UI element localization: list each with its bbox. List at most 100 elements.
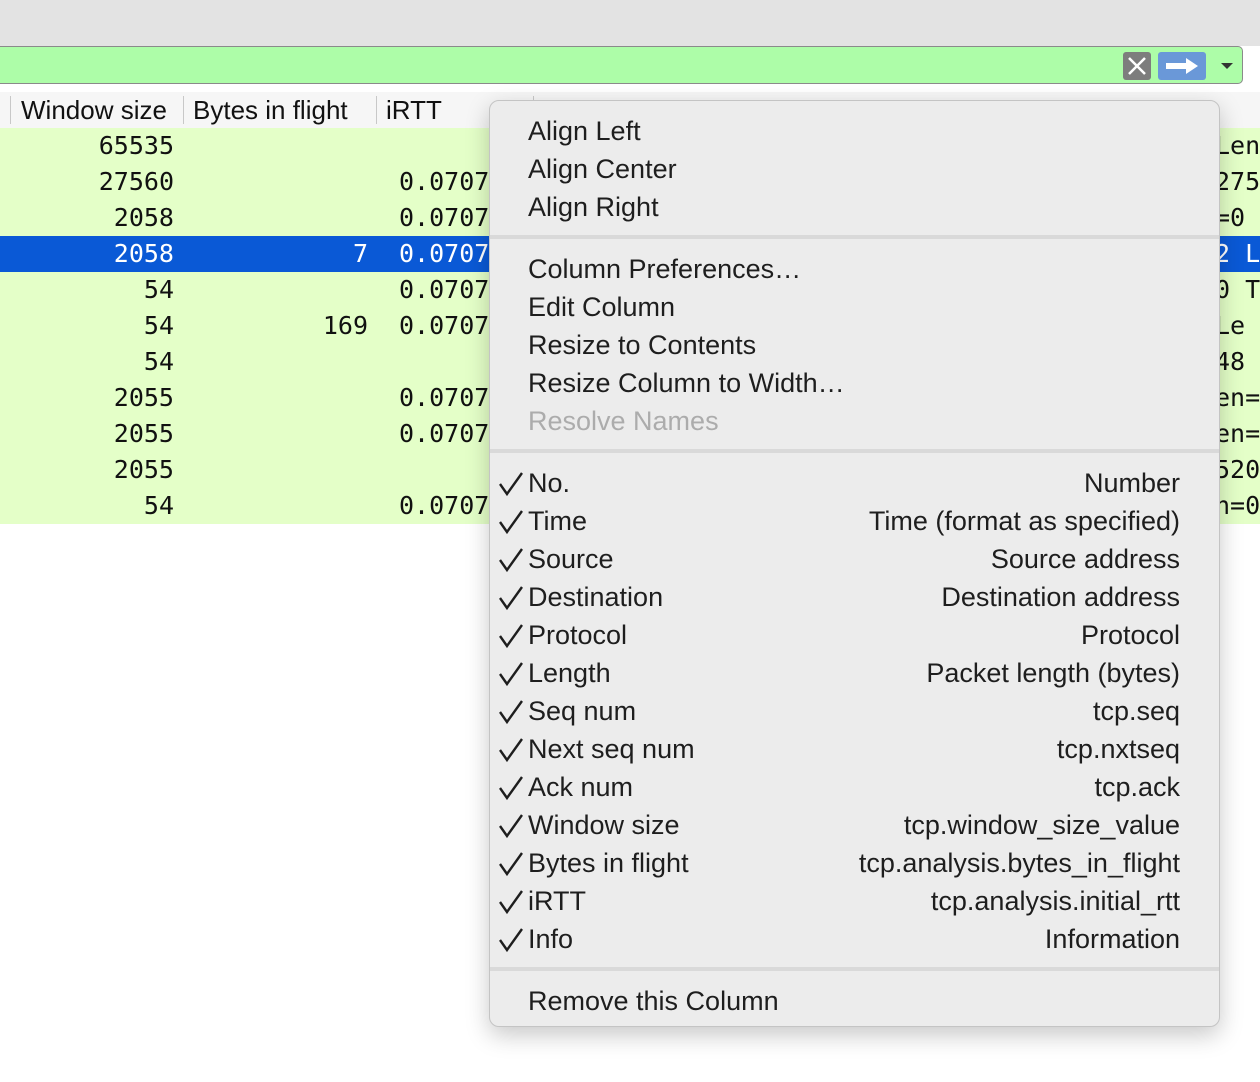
checkmark-icon: [499, 814, 523, 839]
menu-separator: [490, 449, 1219, 453]
column-toggle-description: tcp.nxtseq: [1056, 734, 1180, 764]
column-toggle-length[interactable]: Length Packet length (bytes): [490, 654, 1219, 692]
column-toggle-description: Source address: [990, 544, 1180, 574]
checkmark-icon: [499, 624, 523, 649]
menu-item-resize-column-to-width[interactable]: Resize Column to Width…: [528, 364, 845, 402]
checkmark-icon: [499, 852, 523, 877]
cell-window-size: 2055: [113, 419, 174, 448]
column-toggle-description: Destination address: [941, 582, 1180, 612]
column-toggle-description: tcp.seq: [1092, 696, 1180, 726]
column-toggle-seq-num[interactable]: Seq num tcp.seq: [490, 692, 1219, 730]
cell-window-size: 54: [143, 311, 174, 340]
cell-irtt: 0.0707: [399, 491, 490, 520]
column-toggle-label: Length: [528, 658, 611, 688]
column-toggle-label: Source: [528, 544, 614, 574]
column-divider[interactable]: [10, 96, 11, 124]
column-toggle-window-size[interactable]: Window size tcp.window_size_value: [490, 806, 1219, 844]
cell-irtt: 0.0707: [399, 239, 490, 268]
cell-irtt: 0.0707: [399, 311, 490, 340]
cell-info: Len: [1215, 131, 1260, 160]
column-toggle-ack-num[interactable]: Ack num tcp.ack: [490, 768, 1219, 806]
menu-item-align-center[interactable]: Align Center: [528, 150, 677, 188]
column-toggle-label: Seq num: [528, 696, 637, 726]
arrow-right-icon: [1166, 58, 1198, 74]
header-irtt[interactable]: iRTT: [386, 92, 442, 128]
checkmark-icon: [499, 700, 523, 725]
cell-window-size: 2058: [113, 239, 174, 268]
column-toggle-description: Packet length (bytes): [926, 658, 1180, 688]
menu-separator: [490, 235, 1219, 239]
checkmark-icon: [499, 890, 523, 915]
column-toggle-time[interactable]: Time Time (format as specified): [490, 502, 1219, 540]
column-toggle-description: Protocol: [1080, 620, 1180, 650]
header-window-size[interactable]: Window size: [21, 92, 167, 128]
cell-irtt: 0.0707: [399, 419, 490, 448]
column-toggle-no[interactable]: No. Number: [490, 464, 1219, 502]
cell-irtt: 0.0707: [399, 167, 490, 196]
checkmark-icon: [499, 472, 523, 497]
header-bytes-in-flight[interactable]: Bytes in flight: [193, 92, 348, 128]
column-context-menu: Align Left Align Center Align Right Colu…: [489, 100, 1220, 1027]
close-x-icon: [1128, 57, 1146, 75]
column-toggle-label: Ack num: [528, 772, 634, 802]
cell-window-size: 65535: [98, 131, 174, 160]
column-toggle-description: tcp.analysis.bytes_in_flight: [858, 848, 1180, 878]
menu-item-remove-column[interactable]: Remove this Column: [528, 982, 779, 1020]
column-toggle-source[interactable]: Source Source address: [490, 540, 1219, 578]
column-divider[interactable]: [376, 96, 377, 124]
column-toggle-label: Time: [528, 506, 587, 536]
column-toggle-bytes-in-flight[interactable]: Bytes in flight tcp.analysis.bytes_in_fl…: [490, 844, 1219, 882]
checkmark-icon: [499, 586, 523, 611]
clear-filter-button[interactable]: [1123, 52, 1151, 80]
column-toggle-label: Info: [528, 924, 574, 954]
display-filter-input[interactable]: [0, 46, 1243, 84]
column-toggle-info[interactable]: Info Information: [490, 920, 1219, 958]
menu-item-resolve-names: Resolve Names: [528, 406, 719, 436]
cell-irtt: 0.0707: [399, 275, 490, 304]
checkmark-icon: [499, 928, 523, 953]
checkmark-icon: [499, 738, 523, 763]
checkmark-icon: [499, 662, 523, 687]
column-toggle-label: Bytes in flight: [528, 848, 689, 878]
cell-window-size: 2058: [113, 203, 174, 232]
cell-info: n=0: [1215, 491, 1260, 520]
checkmark-icon: [499, 776, 523, 801]
column-toggle-description: Information: [1044, 924, 1180, 954]
checkmark-icon: [499, 510, 523, 535]
cell-info: 520: [1215, 455, 1260, 484]
menu-item-align-right[interactable]: Align Right: [528, 188, 659, 226]
menu-item-resize-to-contents[interactable]: Resize to Contents: [528, 326, 756, 364]
column-toggle-next-seq-num[interactable]: Next seq num tcp.nxtseq: [490, 730, 1219, 768]
cell-window-size: 2055: [113, 455, 174, 484]
menu-item-edit-column[interactable]: Edit Column: [528, 288, 675, 326]
column-toggle-label: iRTT: [528, 886, 586, 916]
chevron-down-icon: [1221, 63, 1233, 69]
column-toggle-irtt[interactable]: iRTT tcp.analysis.initial_rtt: [490, 882, 1219, 920]
cell-window-size: 54: [143, 275, 174, 304]
cell-info: 2 L: [1215, 239, 1260, 268]
cell-window-size: 54: [143, 491, 174, 520]
cell-bytes-in-flight: 7: [352, 239, 368, 268]
column-toggle-description: tcp.window_size_value: [903, 810, 1180, 840]
menu-separator: [490, 967, 1219, 971]
cell-bytes-in-flight: 169: [322, 311, 368, 340]
column-toggle-protocol[interactable]: Protocol Protocol: [490, 616, 1219, 654]
cell-window-size: 2055: [113, 383, 174, 412]
cell-irtt: 0.0707: [399, 203, 490, 232]
column-toggle-label: No.: [528, 468, 571, 498]
column-toggle-label: Next seq num: [528, 734, 695, 764]
cell-window-size: 54: [143, 347, 174, 376]
checkmark-icon: [499, 548, 523, 573]
cell-irtt: 0.0707: [399, 383, 490, 412]
filter-history-dropdown[interactable]: [1214, 52, 1240, 80]
column-toggle-description: tcp.analysis.initial_rtt: [930, 886, 1180, 916]
column-toggle-description: tcp.ack: [1094, 772, 1180, 802]
column-toggle-description: Time (format as specified): [868, 506, 1180, 536]
menu-item-column-preferences[interactable]: Column Preferences…: [528, 250, 801, 288]
cell-info: 275: [1215, 167, 1260, 196]
column-divider[interactable]: [183, 96, 184, 124]
menu-item-align-left[interactable]: Align Left: [528, 112, 641, 150]
apply-filter-button[interactable]: [1158, 52, 1206, 80]
column-toggle-destination[interactable]: Destination Destination address: [490, 578, 1219, 616]
column-toggle-label: Protocol: [528, 620, 628, 650]
